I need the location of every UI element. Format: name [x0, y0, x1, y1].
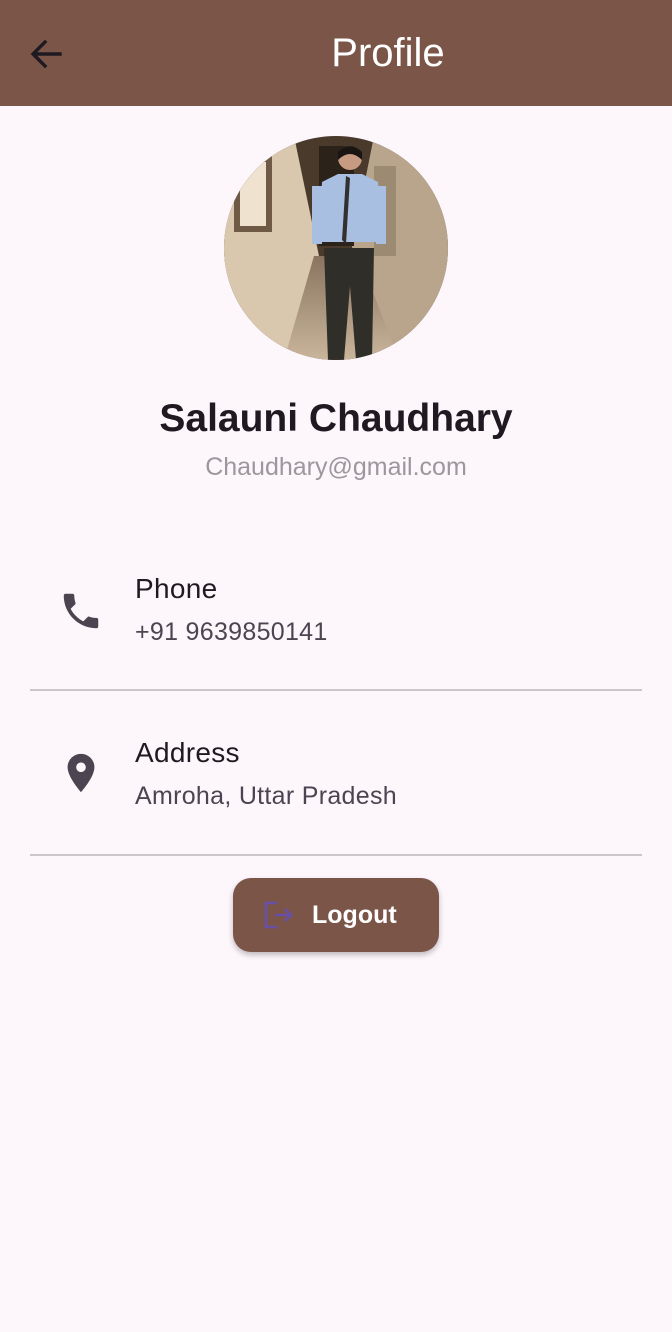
- divider: [30, 689, 642, 691]
- address-row: Address Amroha, Uttar Pradesh: [30, 724, 642, 854]
- address-value: Amroha, Uttar Pradesh: [135, 782, 397, 810]
- logout-label: Logout: [312, 901, 397, 929]
- app-bar: Profile: [0, 0, 672, 106]
- avatar: [224, 136, 448, 360]
- profile-photo: [224, 136, 448, 360]
- phone-label: Phone: [135, 573, 218, 604]
- logout-icon: [264, 901, 293, 929]
- address-label: Address: [135, 737, 240, 768]
- page-title: Profile: [331, 31, 445, 75]
- phone-value: +91 9639850141: [135, 618, 328, 646]
- profile-name: Salauni Chaudhary: [159, 397, 513, 440]
- profile-email: Chaudhary@gmail.com: [205, 453, 467, 481]
- divider: [30, 854, 642, 856]
- phone-icon: [63, 593, 99, 629]
- phone-row: Phone +91 9639850141: [30, 560, 642, 690]
- logout-button[interactable]: Logout: [233, 878, 439, 952]
- location-pin-icon: [67, 753, 95, 793]
